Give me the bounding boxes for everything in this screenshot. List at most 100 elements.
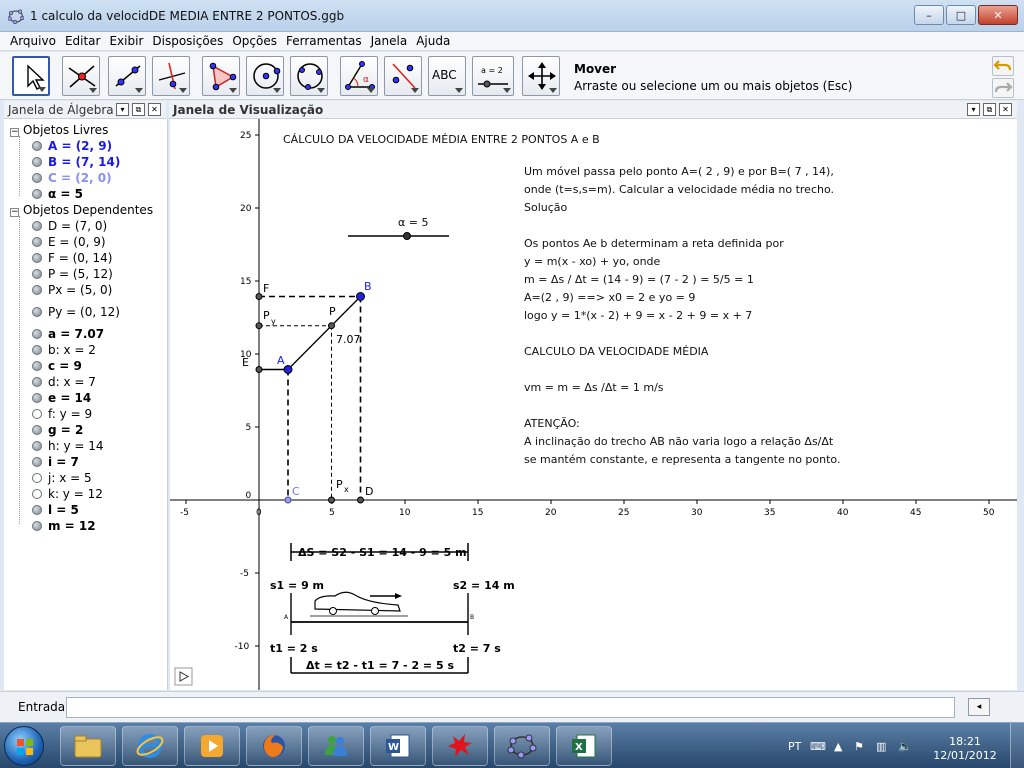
free-objects-group[interactable]: − Objetos Livres [10, 123, 108, 137]
algebra-object-row[interactable]: Py = (0, 12) [32, 305, 120, 319]
algebra-object-row[interactable]: f: y = 9 [32, 407, 92, 421]
panel-undock-icon[interactable]: ⧉ [132, 103, 145, 116]
menu-ferramentas[interactable]: Ferramentas [281, 32, 366, 48]
visibility-on-icon[interactable] [32, 269, 42, 279]
point-px[interactable] [328, 496, 335, 504]
panel-menu-icon[interactable]: ▾ [116, 103, 129, 116]
menu-janela[interactable]: Janela [366, 32, 412, 48]
visibility-on-icon[interactable] [32, 307, 42, 317]
visibility-on-icon[interactable] [32, 329, 42, 339]
algebra-object-row[interactable]: c = 9 [32, 359, 82, 373]
algebra-object-row[interactable]: F = (0, 14) [32, 251, 112, 265]
panel-undock-icon[interactable]: ⧉ [983, 103, 996, 116]
point-a[interactable] [283, 365, 293, 374]
dependent-objects-group[interactable]: − Objetos Dependentes [10, 203, 153, 217]
angle-tool-button[interactable]: α [340, 56, 378, 96]
menu-opcoes[interactable]: Opções [227, 32, 281, 48]
algebra-object-row[interactable]: D = (7, 0) [32, 219, 107, 233]
menu-exibir[interactable]: Exibir [104, 32, 147, 48]
line-tool-button[interactable] [108, 56, 146, 96]
algebra-object-row[interactable]: E = (0, 9) [32, 235, 106, 249]
visibility-off-icon[interactable] [32, 489, 42, 499]
menu-arquivo[interactable]: Arquivo [0, 32, 60, 48]
graphics-svg[interactable]: -5 0 5 10 15 20 25 30 35 40 45 50 2520151050-5-10 A… [170, 119, 1017, 690]
visibility-on-icon[interactable] [32, 441, 42, 451]
show-desktop-button[interactable] [1010, 723, 1024, 768]
command-input[interactable] [66, 697, 955, 718]
point-tool-button[interactable] [62, 56, 100, 96]
algebra-object-row[interactable]: Px = (5, 0) [32, 283, 112, 297]
move-graphics-tool-button[interactable] [522, 56, 560, 96]
taskbar-media-player[interactable] [184, 726, 240, 766]
taskbar-explorer[interactable] [60, 726, 116, 766]
taskbar-messenger[interactable] [308, 726, 364, 766]
visibility-on-icon[interactable] [32, 237, 42, 247]
style-bar-toggle[interactable] [174, 667, 193, 686]
alpha-slider-handle[interactable] [403, 232, 411, 240]
collapse-icon[interactable]: − [10, 128, 19, 137]
perpendicular-tool-button[interactable] [152, 56, 190, 96]
algebra-object-row[interactable]: α = 5 [32, 187, 83, 201]
point-b[interactable] [356, 292, 365, 301]
minimize-button[interactable]: – [914, 5, 944, 25]
visibility-on-icon[interactable] [32, 253, 42, 263]
maximize-button[interactable]: □ [946, 5, 976, 25]
visibility-on-icon[interactable] [32, 157, 42, 167]
algebra-object-row[interactable]: b: x = 2 [32, 343, 96, 357]
algebra-object-row[interactable]: k: y = 12 [32, 487, 103, 501]
volume-icon[interactable]: 🔈 [898, 740, 912, 753]
reflect-tool-button[interactable] [384, 56, 422, 96]
taskbar-firefox[interactable] [246, 726, 302, 766]
point-p[interactable] [328, 322, 335, 330]
visibility-on-icon[interactable] [32, 521, 42, 531]
language-indicator[interactable]: PT [788, 740, 801, 753]
visibility-on-icon[interactable] [32, 221, 42, 231]
visibility-on-icon[interactable] [32, 425, 42, 435]
algebra-object-row[interactable]: j: x = 5 [32, 471, 92, 485]
algebra-object-row[interactable]: a = 7.07 [32, 327, 104, 341]
network-icon[interactable]: ▥ [876, 740, 886, 753]
algebra-object-row[interactable]: g = 2 [32, 423, 83, 437]
keyboard-icon[interactable]: ⌨ [810, 740, 826, 753]
close-button[interactable]: ✕ [978, 5, 1018, 25]
slider-tool-button[interactable]: a = 2 [472, 56, 514, 96]
point-d[interactable] [357, 496, 364, 504]
algebra-object-row[interactable]: C = (2, 0) [32, 171, 112, 185]
clock[interactable]: 18:21 12/01/2012 [930, 735, 1000, 763]
visibility-on-icon[interactable] [32, 189, 42, 199]
point-f[interactable] [255, 293, 263, 300]
visibility-on-icon[interactable] [32, 285, 42, 295]
collapse-icon[interactable]: − [10, 208, 19, 217]
panel-menu-icon[interactable]: ▾ [967, 103, 980, 116]
algebra-object-row[interactable]: i = 7 [32, 455, 79, 469]
taskbar-word[interactable]: W [370, 726, 426, 766]
algebra-object-row[interactable]: l = 5 [32, 503, 79, 517]
visibility-on-icon[interactable] [32, 505, 42, 515]
algebra-object-row[interactable]: B = (7, 14) [32, 155, 120, 169]
visibility-on-icon[interactable] [32, 361, 42, 371]
visibility-on-icon[interactable] [32, 345, 42, 355]
action-center-flag-icon[interactable]: ⚑ [854, 740, 864, 753]
visibility-on-icon[interactable] [32, 141, 42, 151]
panel-close-icon[interactable]: ✕ [148, 103, 161, 116]
visibility-on-icon[interactable] [32, 457, 42, 467]
undo-button[interactable] [992, 56, 1014, 76]
graphics-view[interactable]: -5 0 5 10 15 20 25 30 35 40 45 50 25 20 15 10 5 0 -5 -10 A… [170, 119, 1017, 690]
start-button[interactable] [4, 726, 44, 766]
algebra-object-row[interactable]: d: x = 7 [32, 375, 96, 389]
taskbar-internet-explorer[interactable] [122, 726, 178, 766]
point-c[interactable] [284, 496, 292, 504]
algebra-object-row[interactable]: m = 12 [32, 519, 96, 533]
input-help-button[interactable]: ◂ [968, 698, 990, 716]
move-tool-button[interactable] [12, 56, 50, 96]
circle-tool-button[interactable] [246, 56, 284, 96]
algebra-object-row[interactable]: h: y = 14 [32, 439, 104, 453]
show-hidden-icons-icon[interactable]: ▲ [834, 740, 842, 753]
menu-ajuda[interactable]: Ajuda [411, 32, 454, 48]
menu-editar[interactable]: Editar [60, 32, 105, 48]
visibility-off-icon[interactable] [32, 473, 42, 483]
visibility-on-icon[interactable] [32, 377, 42, 387]
taskbar-geogebra[interactable] [494, 726, 550, 766]
visibility-on-icon[interactable] [32, 173, 42, 183]
taskbar-excel[interactable]: X [556, 726, 612, 766]
